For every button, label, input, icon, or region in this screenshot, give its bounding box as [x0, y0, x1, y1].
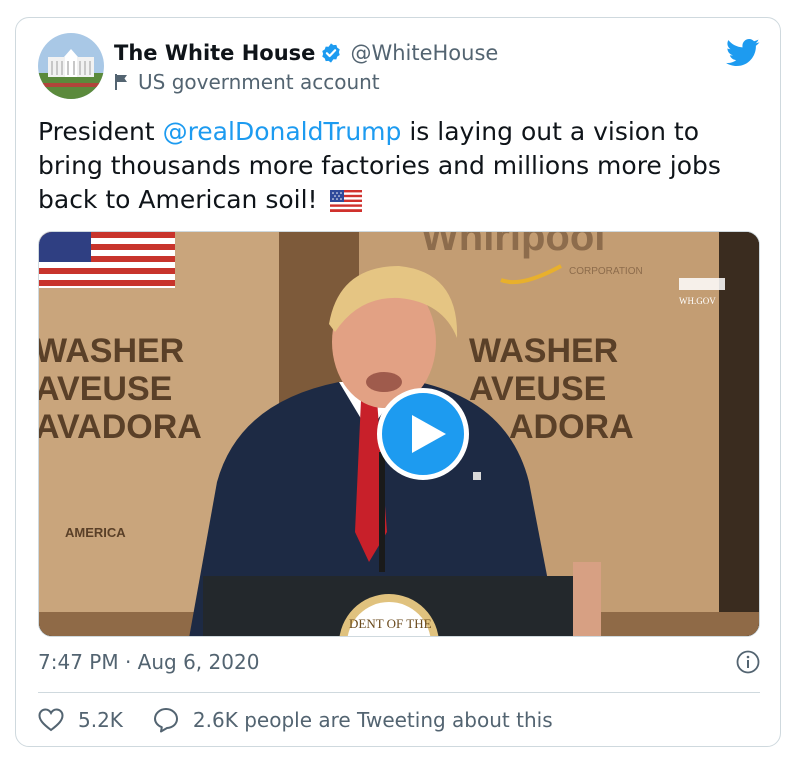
- mention-link[interactable]: @realDonaldTrump: [163, 117, 402, 146]
- tweet-date: Aug 6, 2020: [137, 650, 260, 674]
- video-box-text-right-2: AVEUSE: [469, 370, 606, 408]
- video-player[interactable]: WASHER AVEUSE AVADORA WASHER AVEUSE ADOR…: [38, 231, 760, 637]
- account-label-row: US government account: [114, 68, 380, 96]
- video-box-text-left-2: AVEUSE: [39, 370, 172, 408]
- like-count: 5.2K: [78, 708, 123, 732]
- heart-icon: [38, 708, 64, 732]
- video-brand-text: Whirlpool: [421, 232, 605, 259]
- tweet-timestamp[interactable]: 7:47 PM · Aug 6, 2020: [38, 650, 259, 674]
- info-icon[interactable]: [736, 650, 760, 674]
- video-watermark: WH.GOV: [679, 296, 716, 306]
- tweeting-link[interactable]: 2.6K people are Tweeting about this: [153, 707, 553, 733]
- play-button[interactable]: [377, 388, 469, 480]
- flag-icon: [115, 74, 127, 90]
- avatar[interactable]: [38, 33, 104, 99]
- tweet-card[interactable]: The White House @WhiteHouse US governmen…: [15, 17, 781, 747]
- video-seal-text: DENT OF THE: [349, 616, 432, 631]
- like-button[interactable]: 5.2K: [38, 708, 123, 732]
- tweet-actions: 5.2K 2.6K people are Tweeting about this: [38, 704, 553, 736]
- tweet-text-start: President: [38, 117, 163, 146]
- video-box-text-right-3: ADORA: [509, 408, 634, 446]
- divider: [38, 692, 760, 693]
- tweet-time: 7:47 PM: [38, 650, 119, 674]
- video-brand-sub: CORPORATION: [569, 266, 643, 277]
- video-box-text-right-1: WASHER: [469, 332, 618, 370]
- reply-bubble-icon: [153, 708, 178, 733]
- verified-badge-icon: [322, 43, 341, 63]
- video-box-text-left-3: AVADORA: [39, 408, 202, 446]
- video-america-text: AMERICA: [65, 525, 126, 540]
- account-label: US government account: [138, 70, 380, 94]
- author-row: The White House @WhiteHouse: [114, 38, 498, 68]
- author-name[interactable]: The White House: [114, 41, 315, 65]
- us-flag-emoji-icon: [329, 190, 362, 212]
- flag-in-video: [39, 232, 175, 288]
- tweet-text: President @realDonaldTrump is laying out…: [38, 115, 758, 217]
- author-handle[interactable]: @WhiteHouse: [350, 41, 498, 65]
- white-house-avatar-image: [38, 33, 104, 99]
- tweeting-count: 2.6K people are Tweeting about this: [192, 708, 553, 732]
- video-box-text-left-1: WASHER: [39, 332, 184, 370]
- twitter-bird-icon[interactable]: [726, 38, 760, 68]
- timestamp-separator: ·: [124, 650, 132, 674]
- play-icon: [412, 415, 446, 453]
